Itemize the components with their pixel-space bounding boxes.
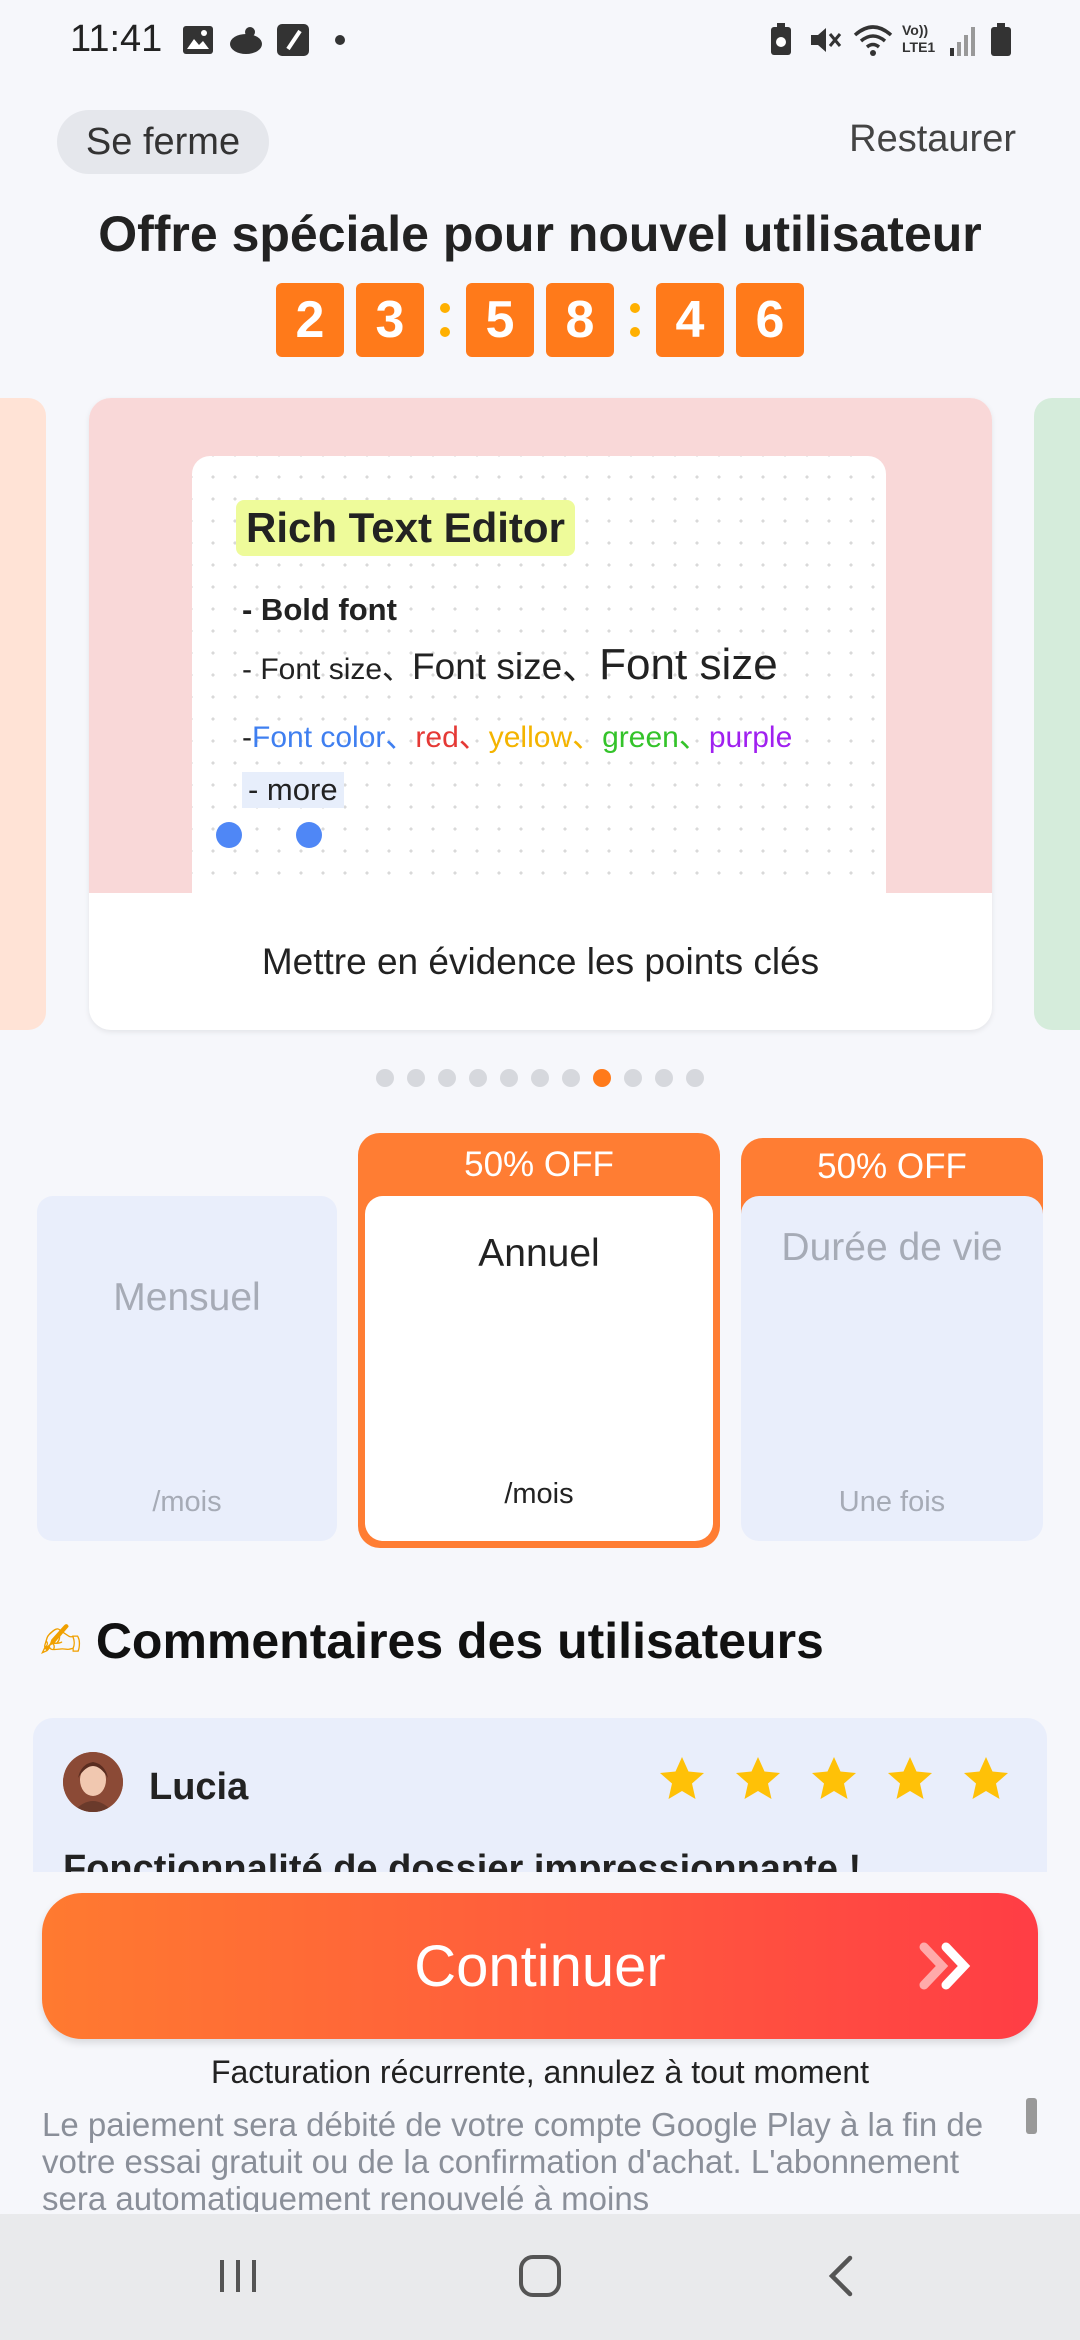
star-icon (657, 1754, 707, 1804)
rte-size-medium: Font size、 (412, 646, 600, 687)
pager-dot[interactable] (376, 1069, 394, 1087)
dot-icon (330, 22, 350, 58)
countdown-separator (430, 303, 460, 337)
star-icon (809, 1754, 859, 1804)
selection-handle-end (296, 822, 322, 848)
reviews-title: Commentaires des utilisateurs (95, 1613, 824, 1669)
scrollbar-thumb[interactable] (1026, 2098, 1037, 2134)
home-icon[interactable] (516, 2252, 564, 2305)
rte-size-line: - Font size、Font size、Font size (242, 636, 778, 690)
offer-title: Offre spéciale pour nouvel utilisateur (98, 206, 982, 262)
mute-icon (806, 22, 844, 58)
rte-color-red: red、 (415, 721, 489, 754)
discount-badge: 50% OFF (817, 1147, 967, 1186)
rte-color-dash: - (242, 721, 252, 754)
continue-label: Continuer (414, 1933, 666, 1999)
countdown-digit: 6 (736, 283, 804, 357)
countdown-digit: 4 (656, 283, 724, 357)
rte-size-large: Font size (599, 640, 778, 689)
plan-price-unit: Une fois (838, 1486, 946, 1518)
pager-dot[interactable] (407, 1069, 425, 1087)
gallery-icon (180, 22, 216, 58)
close-button[interactable]: Se ferme (57, 110, 269, 174)
volte-icon: Vo)) LTE1 (902, 22, 942, 56)
star-icon (885, 1754, 935, 1804)
rte-color-green: green、 (602, 721, 709, 754)
rte-size-small: - Font size、 (242, 653, 413, 686)
rich-text-preview: Rich Text Editor - Bold font - Font size… (192, 456, 886, 893)
rte-more-line: - more (242, 772, 344, 808)
discount-badge: 50% OFF (464, 1144, 614, 1184)
reviewer-name: Lucia (149, 1766, 249, 1808)
carousel-pager (0, 1069, 1080, 1087)
countdown-digit: 5 (466, 283, 534, 357)
star-icon (961, 1754, 1011, 1804)
countdown-digit: 3 (356, 283, 424, 357)
pager-dot[interactable] (469, 1069, 487, 1087)
avatar (63, 1752, 123, 1812)
plan-card-selected: Annuel /mois (365, 1196, 713, 1541)
plan-monthly[interactable]: Mensuel /mois (37, 1196, 337, 1541)
plan-price-unit: /mois (504, 1478, 574, 1510)
carousel-caption: Mettre en évidence les points clés (261, 940, 820, 982)
lte-label: LTE1 (902, 39, 936, 55)
pager-dot[interactable] (438, 1069, 456, 1087)
continue-button[interactable]: Continuer (42, 1893, 1038, 2039)
pager-dot[interactable] (655, 1069, 673, 1087)
plan-annual[interactable]: 50% OFF Annuel /mois (358, 1133, 720, 1548)
restore-button[interactable]: Restaurer (849, 118, 1016, 161)
volte-label: Vo)) (902, 22, 929, 38)
rte-color-yellow: yellow、 (488, 721, 603, 754)
countdown-digit: 8 (546, 283, 614, 357)
rte-title: Rich Text Editor (236, 500, 575, 556)
pager-dot[interactable] (531, 1069, 549, 1087)
review-title: Fonctionnalité de dossier impressionnant… (63, 1848, 862, 1872)
recents-icon[interactable] (216, 2254, 260, 2303)
rte-bold-line: - Bold font (242, 592, 397, 627)
signal-icon (948, 22, 978, 58)
plan-name: Durée de vie (781, 1226, 1003, 1269)
battery-icon (988, 22, 1014, 58)
cloud-icon (227, 22, 265, 58)
pager-dot[interactable] (686, 1069, 704, 1087)
review-card: Lucia Fonctionnalité de dossier impressi… (33, 1718, 1047, 1872)
countdown-separator (620, 303, 650, 337)
pager-dot[interactable] (500, 1069, 518, 1087)
plan-name: Mensuel (113, 1276, 261, 1319)
countdown-digit: 2 (276, 283, 344, 357)
plan-name: Annuel (478, 1232, 600, 1275)
selection-handle-start (216, 822, 242, 848)
wifi-icon (852, 22, 894, 58)
battery-saver-icon (766, 22, 796, 58)
writing-hand-icon: ✍ (40, 1613, 82, 1669)
countdown-timer: 2 3 5 8 4 6 (0, 283, 1080, 357)
star-icon (733, 1754, 783, 1804)
feature-preview-image: Rich Text Editor - Bold font - Font size… (89, 398, 992, 893)
pager-dot[interactable] (624, 1069, 642, 1087)
back-icon[interactable] (822, 2252, 862, 2305)
note-icon (274, 22, 312, 58)
legal-text: Le paiement sera débité de votre compte … (42, 2106, 984, 2212)
carousel-card-prev[interactable] (0, 398, 46, 1030)
rte-color-blue: Font color、 (252, 721, 416, 754)
plan-card: Durée de vie Une fois (741, 1196, 1043, 1541)
plan-lifetime[interactable]: 50% OFF Durée de vie Une fois (741, 1138, 1043, 1541)
pager-dot[interactable] (593, 1069, 611, 1087)
carousel-card[interactable]: Rich Text Editor - Bold font - Font size… (89, 398, 992, 1030)
double-chevron-right-icon (918, 1939, 978, 2007)
reviews-heading: ✍ Commentaires des utilisateurs (40, 1612, 824, 1670)
rte-color-purple: purple (708, 721, 793, 754)
status-bar: 11:41 Vo)) LTE1 (0, 0, 1080, 84)
rte-color-line: -Font color、red、yellow、green、purple (242, 712, 792, 756)
rating-stars (657, 1754, 1011, 1804)
plan-price-unit: /mois (152, 1486, 222, 1518)
status-time: 11:41 (70, 18, 163, 60)
pager-dot[interactable] (562, 1069, 580, 1087)
navigation-bar (0, 2214, 1080, 2340)
carousel-card-next[interactable] (1034, 398, 1080, 1030)
billing-note: Facturation récurrente, annulez à tout m… (210, 2054, 870, 2090)
